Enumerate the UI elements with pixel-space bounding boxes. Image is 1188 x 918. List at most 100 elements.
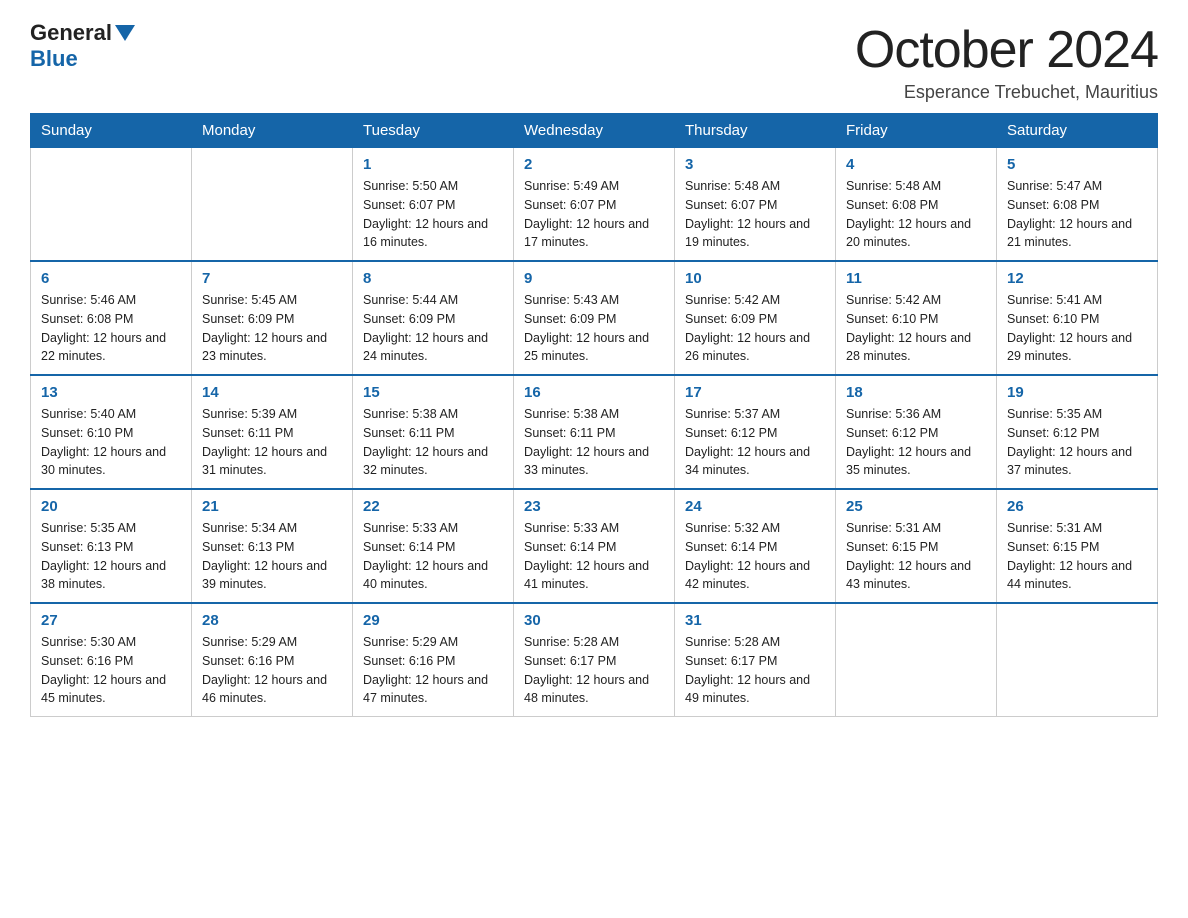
calendar-day-cell xyxy=(31,148,192,262)
calendar-day-cell: 12 Sunrise: 5:41 AMSunset: 6:10 PMDayligh… xyxy=(997,261,1158,375)
calendar-day-cell: 18 Sunrise: 5:36 AMSunset: 6:12 PMDayligh… xyxy=(836,375,997,489)
calendar-day-cell xyxy=(836,603,997,717)
day-number: 16 xyxy=(524,384,664,401)
day-info: Sunrise: 5:49 AMSunset: 6:07 PMDaylight:… xyxy=(524,177,664,252)
location-title: Esperance Trebuchet, Mauritius xyxy=(855,82,1158,103)
calendar-day-cell: 7 Sunrise: 5:45 AMSunset: 6:09 PMDaylight… xyxy=(192,261,353,375)
calendar-day-cell: 2 Sunrise: 5:49 AMSunset: 6:07 PMDaylight… xyxy=(514,148,675,262)
day-info: Sunrise: 5:42 AMSunset: 6:09 PMDaylight:… xyxy=(685,291,825,366)
day-info: Sunrise: 5:47 AMSunset: 6:08 PMDaylight:… xyxy=(1007,177,1147,252)
month-title: October 2024 xyxy=(855,20,1158,80)
day-number: 5 xyxy=(1007,156,1147,173)
day-info: Sunrise: 5:46 AMSunset: 6:08 PMDaylight:… xyxy=(41,291,181,366)
calendar-day-cell: 10 Sunrise: 5:42 AMSunset: 6:09 PMDayligh… xyxy=(675,261,836,375)
day-info: Sunrise: 5:30 AMSunset: 6:16 PMDaylight:… xyxy=(41,633,181,708)
day-number: 2 xyxy=(524,156,664,173)
day-info: Sunrise: 5:38 AMSunset: 6:11 PMDaylight:… xyxy=(363,405,503,480)
day-number: 4 xyxy=(846,156,986,173)
day-info: Sunrise: 5:40 AMSunset: 6:10 PMDaylight:… xyxy=(41,405,181,480)
calendar-day-cell: 23 Sunrise: 5:33 AMSunset: 6:14 PMDayligh… xyxy=(514,489,675,603)
day-number: 20 xyxy=(41,498,181,515)
day-info: Sunrise: 5:35 AMSunset: 6:13 PMDaylight:… xyxy=(41,519,181,594)
calendar-day-cell: 13 Sunrise: 5:40 AMSunset: 6:10 PMDayligh… xyxy=(31,375,192,489)
day-number: 3 xyxy=(685,156,825,173)
calendar-day-cell: 1 Sunrise: 5:50 AMSunset: 6:07 PMDaylight… xyxy=(353,148,514,262)
day-number: 12 xyxy=(1007,270,1147,287)
calendar-header-cell: Wednesday xyxy=(514,114,675,148)
calendar-body: 1 Sunrise: 5:50 AMSunset: 6:07 PMDaylight… xyxy=(31,148,1158,717)
day-info: Sunrise: 5:42 AMSunset: 6:10 PMDaylight:… xyxy=(846,291,986,366)
day-number: 10 xyxy=(685,270,825,287)
day-info: Sunrise: 5:39 AMSunset: 6:11 PMDaylight:… xyxy=(202,405,342,480)
calendar-header-cell: Friday xyxy=(836,114,997,148)
calendar-day-cell: 5 Sunrise: 5:47 AMSunset: 6:08 PMDaylight… xyxy=(997,148,1158,262)
day-number: 18 xyxy=(846,384,986,401)
calendar-day-cell: 16Sunrise: 5:38 AMSunset: 6:11 PMDayligh… xyxy=(514,375,675,489)
day-number: 31 xyxy=(685,612,825,629)
calendar-header-cell: Monday xyxy=(192,114,353,148)
day-info: Sunrise: 5:33 AMSunset: 6:14 PMDaylight:… xyxy=(363,519,503,594)
calendar-day-cell: 30Sunrise: 5:28 AMSunset: 6:17 PMDayligh… xyxy=(514,603,675,717)
calendar-day-cell: 26Sunrise: 5:31 AMSunset: 6:15 PMDayligh… xyxy=(997,489,1158,603)
day-info: Sunrise: 5:36 AMSunset: 6:12 PMDaylight:… xyxy=(846,405,986,480)
day-number: 7 xyxy=(202,270,342,287)
day-info: Sunrise: 5:48 AMSunset: 6:08 PMDaylight:… xyxy=(846,177,986,252)
day-number: 30 xyxy=(524,612,664,629)
day-info: Sunrise: 5:41 AMSunset: 6:10 PMDaylight:… xyxy=(1007,291,1147,366)
calendar-header-cell: Sunday xyxy=(31,114,192,148)
calendar-week-row: 1 Sunrise: 5:50 AMSunset: 6:07 PMDaylight… xyxy=(31,148,1158,262)
calendar-header-cell: Tuesday xyxy=(353,114,514,148)
day-info: Sunrise: 5:43 AMSunset: 6:09 PMDaylight:… xyxy=(524,291,664,366)
calendar-day-cell: 8 Sunrise: 5:44 AMSunset: 6:09 PMDaylight… xyxy=(353,261,514,375)
calendar-week-row: 13 Sunrise: 5:40 AMSunset: 6:10 PMDayligh… xyxy=(31,375,1158,489)
calendar-table: SundayMondayTuesdayWednesdayThursdayFrid… xyxy=(30,113,1158,717)
title-area: October 2024 Esperance Trebuchet, Maurit… xyxy=(855,20,1158,103)
day-info: Sunrise: 5:29 AMSunset: 6:16 PMDaylight:… xyxy=(202,633,342,708)
day-number: 23 xyxy=(524,498,664,515)
calendar-week-row: 27Sunrise: 5:30 AMSunset: 6:16 PMDayligh… xyxy=(31,603,1158,717)
day-number: 19 xyxy=(1007,384,1147,401)
day-number: 15 xyxy=(363,384,503,401)
calendar-day-cell: 29 Sunrise: 5:29 AMSunset: 6:16 PMDayligh… xyxy=(353,603,514,717)
day-info: Sunrise: 5:29 AMSunset: 6:16 PMDaylight:… xyxy=(363,633,503,708)
calendar-day-cell: 4 Sunrise: 5:48 AMSunset: 6:08 PMDaylight… xyxy=(836,148,997,262)
calendar-day-cell: 28Sunrise: 5:29 AMSunset: 6:16 PMDayligh… xyxy=(192,603,353,717)
header: General Blue October 2024 Esperance Treb… xyxy=(30,20,1158,103)
day-number: 9 xyxy=(524,270,664,287)
day-info: Sunrise: 5:44 AMSunset: 6:09 PMDaylight:… xyxy=(363,291,503,366)
calendar-day-cell: 17 Sunrise: 5:37 AMSunset: 6:12 PMDayligh… xyxy=(675,375,836,489)
day-info: Sunrise: 5:50 AMSunset: 6:07 PMDaylight:… xyxy=(363,177,503,252)
calendar-day-cell: 20 Sunrise: 5:35 AMSunset: 6:13 PMDayligh… xyxy=(31,489,192,603)
day-number: 11 xyxy=(846,270,986,287)
day-number: 21 xyxy=(202,498,342,515)
calendar-day-cell: 9 Sunrise: 5:43 AMSunset: 6:09 PMDaylight… xyxy=(514,261,675,375)
day-info: Sunrise: 5:33 AMSunset: 6:14 PMDaylight:… xyxy=(524,519,664,594)
calendar-day-cell: 19Sunrise: 5:35 AMSunset: 6:12 PMDayligh… xyxy=(997,375,1158,489)
day-info: Sunrise: 5:28 AMSunset: 6:17 PMDaylight:… xyxy=(685,633,825,708)
calendar-header-cell: Thursday xyxy=(675,114,836,148)
day-number: 1 xyxy=(363,156,503,173)
day-info: Sunrise: 5:37 AMSunset: 6:12 PMDaylight:… xyxy=(685,405,825,480)
calendar-day-cell: 6Sunrise: 5:46 AMSunset: 6:08 PMDaylight… xyxy=(31,261,192,375)
day-number: 17 xyxy=(685,384,825,401)
day-number: 13 xyxy=(41,384,181,401)
day-info: Sunrise: 5:45 AMSunset: 6:09 PMDaylight:… xyxy=(202,291,342,366)
calendar-header-cell: Saturday xyxy=(997,114,1158,148)
day-info: Sunrise: 5:32 AMSunset: 6:14 PMDaylight:… xyxy=(685,519,825,594)
day-info: Sunrise: 5:31 AMSunset: 6:15 PMDaylight:… xyxy=(846,519,986,594)
logo-blue: Blue xyxy=(30,46,78,72)
calendar-header-row: SundayMondayTuesdayWednesdayThursdayFrid… xyxy=(31,114,1158,148)
day-number: 24 xyxy=(685,498,825,515)
day-number: 26 xyxy=(1007,498,1147,515)
day-number: 25 xyxy=(846,498,986,515)
calendar-day-cell xyxy=(997,603,1158,717)
day-number: 29 xyxy=(363,612,503,629)
calendar-day-cell: 21 Sunrise: 5:34 AMSunset: 6:13 PMDayligh… xyxy=(192,489,353,603)
logo-triangle-icon xyxy=(115,25,135,41)
day-number: 8 xyxy=(363,270,503,287)
calendar-day-cell: 24 Sunrise: 5:32 AMSunset: 6:14 PMDayligh… xyxy=(675,489,836,603)
day-info: Sunrise: 5:34 AMSunset: 6:13 PMDaylight:… xyxy=(202,519,342,594)
calendar-day-cell: 22Sunrise: 5:33 AMSunset: 6:14 PMDayligh… xyxy=(353,489,514,603)
logo: General Blue xyxy=(30,20,138,72)
calendar-day-cell xyxy=(192,148,353,262)
